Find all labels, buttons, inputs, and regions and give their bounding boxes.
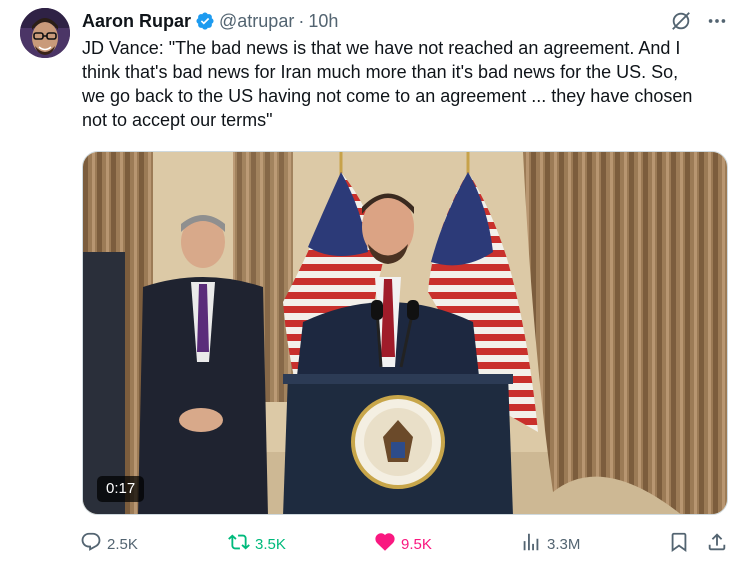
- video-player[interactable]: 0:17: [82, 151, 728, 515]
- share-button[interactable]: [706, 530, 728, 558]
- views-icon: [520, 531, 542, 557]
- bookmark-button[interactable]: [668, 530, 690, 558]
- tweet-text: JD Vance: "The bad news is that we have …: [82, 38, 693, 130]
- tweet-card[interactable]: Aaron Rupar @atrupar · 10h JD Vance: "Th…: [0, 0, 748, 570]
- tweet-header: Aaron Rupar @atrupar · 10h: [82, 9, 728, 33]
- heart-icon: [374, 531, 396, 557]
- repost-count: 3.5K: [255, 535, 286, 553]
- avatar[interactable]: [20, 8, 70, 58]
- header-separator: ·: [298, 11, 305, 31]
- views-button[interactable]: 3.3M: [520, 530, 580, 558]
- avatar-image: [20, 8, 70, 58]
- bookmark-icon: [668, 531, 690, 557]
- author-handle[interactable]: @atrupar: [219, 10, 294, 32]
- video-frame: [83, 152, 727, 514]
- tweet-action-bar: 2.5K 3.5K 9.5K 3.3M: [80, 530, 730, 558]
- like-count: 9.5K: [401, 535, 432, 553]
- grok-icon[interactable]: [670, 10, 692, 32]
- reply-button[interactable]: 2.5K: [80, 530, 138, 558]
- tweet-timestamp[interactable]: 10h: [308, 10, 338, 32]
- reply-icon: [80, 531, 102, 557]
- repost-button[interactable]: 3.5K: [228, 530, 286, 558]
- share-icon: [706, 531, 728, 557]
- like-button[interactable]: 9.5K: [374, 530, 432, 558]
- repost-icon: [228, 531, 250, 557]
- video-duration-badge: 0:17: [97, 476, 145, 502]
- author-name[interactable]: Aaron Rupar: [82, 10, 191, 32]
- verified-badge-icon[interactable]: [195, 11, 215, 31]
- views-count: 3.3M: [547, 535, 581, 553]
- more-options-icon[interactable]: [706, 10, 728, 32]
- header-actions: [670, 10, 728, 32]
- reply-count: 2.5K: [107, 535, 138, 553]
